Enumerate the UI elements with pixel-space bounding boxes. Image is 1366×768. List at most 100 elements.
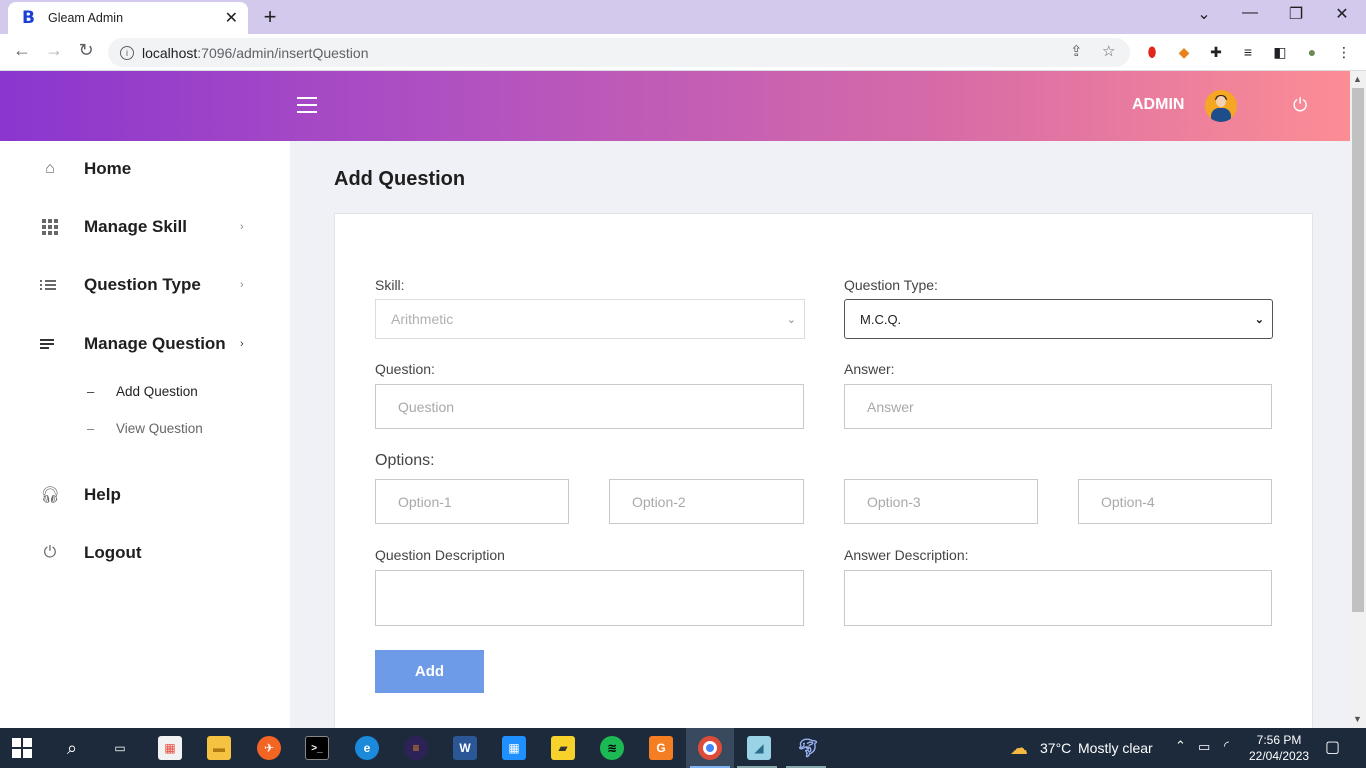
option-1-input[interactable]: Option-1 bbox=[375, 479, 569, 524]
skill-select[interactable]: Arithmetic ⌄ bbox=[375, 299, 805, 339]
question-type-select[interactable]: M.C.Q. ⌄ bbox=[844, 299, 1273, 339]
scroll-up-icon[interactable]: ▲ bbox=[1353, 74, 1362, 84]
profile-avatar-icon[interactable]: ● bbox=[1302, 42, 1322, 62]
chevron-right-icon: › bbox=[240, 338, 244, 350]
pdf-app-icon[interactable]: G bbox=[649, 736, 673, 760]
calendar-icon[interactable]: ▦ bbox=[502, 736, 526, 760]
clock-date: 22/04/2023 bbox=[1249, 749, 1310, 763]
extensions-puzzle-icon[interactable]: ✚ bbox=[1206, 42, 1226, 62]
answer-description-label: Answer Description: bbox=[844, 547, 969, 563]
sidebar-subitem-add-question[interactable]: – Add Question bbox=[0, 379, 290, 403]
power-icon: ⏻ bbox=[43, 544, 57, 561]
url-path: :7096/admin/insertQuestion bbox=[197, 44, 369, 61]
question-label: Question: bbox=[375, 361, 435, 377]
favicon-icon: B bbox=[22, 8, 35, 28]
store-icon[interactable]: ▦ bbox=[158, 736, 182, 760]
sticky-notes-icon[interactable]: ▰ bbox=[551, 736, 575, 760]
sidebar-item-label: Manage Skill bbox=[84, 217, 187, 236]
search-icon[interactable]: ⌕ bbox=[60, 736, 84, 760]
notes-app-icon[interactable]: ◢ bbox=[747, 736, 771, 760]
answer-input[interactable]: Answer bbox=[844, 384, 1272, 429]
weather-condition[interactable]: Mostly clear bbox=[1078, 740, 1153, 756]
grid-icon bbox=[40, 219, 60, 235]
postman-icon[interactable]: ✈ bbox=[257, 736, 281, 760]
question-input[interactable]: Question bbox=[375, 384, 804, 429]
clock-time: 7:56 PM bbox=[1256, 733, 1302, 747]
sidebar-subitem-view-question[interactable]: – View Question bbox=[0, 416, 290, 440]
admin-avatar[interactable] bbox=[1205, 90, 1237, 122]
new-tab-button[interactable]: + bbox=[258, 4, 282, 30]
option-4-input[interactable]: Option-4 bbox=[1078, 479, 1272, 524]
question-type-select-value: M.C.Q. bbox=[860, 311, 902, 327]
sidebar-item-label: Home bbox=[84, 159, 132, 178]
answer-label: Answer: bbox=[844, 361, 895, 377]
windows-start-icon[interactable] bbox=[12, 738, 32, 758]
scroll-down-icon[interactable]: ▼ bbox=[1353, 714, 1362, 724]
bookmark-star-icon[interactable]: ☆ bbox=[1102, 42, 1115, 60]
browser-tab[interactable]: B Gleam Admin ✕ bbox=[8, 2, 248, 34]
weather-temperature[interactable]: 37°C bbox=[1040, 740, 1071, 756]
sidebar: ⌂ Home Manage Skill › Question Type › Ma… bbox=[0, 141, 290, 728]
opera-extension-icon[interactable]: ⬮ bbox=[1142, 42, 1162, 62]
reload-icon[interactable]: ↻ bbox=[74, 40, 98, 61]
tray-chevron-up-icon[interactable]: ⌃ bbox=[1175, 738, 1186, 754]
edge-icon[interactable]: e bbox=[355, 736, 379, 760]
address-bar[interactable]: i localhost:7096/admin/insertQuestion ⇪ … bbox=[108, 38, 1130, 67]
scrollbar-thumb[interactable] bbox=[1352, 88, 1364, 612]
media-control-icon[interactable]: ≡ bbox=[1238, 42, 1258, 62]
metamask-extension-icon[interactable]: ◆ bbox=[1174, 42, 1194, 62]
add-button[interactable]: Add bbox=[375, 650, 484, 693]
back-icon[interactable]: ← bbox=[10, 40, 34, 61]
sidebar-item-label: Help bbox=[84, 485, 121, 504]
sidebar-item-help[interactable]: 🎧︎ Help bbox=[0, 475, 290, 515]
tab-title: Gleam Admin bbox=[48, 11, 124, 25]
chrome-icon[interactable] bbox=[698, 736, 722, 760]
list-icon bbox=[40, 278, 60, 292]
sidebar-item-logout[interactable]: ⏻ Logout bbox=[0, 533, 290, 573]
sidebar-item-home[interactable]: ⌂ Home bbox=[0, 149, 290, 189]
minimize-button[interactable]: — bbox=[1227, 4, 1273, 22]
terminal-icon[interactable]: >_ bbox=[305, 736, 329, 760]
question-description-textarea[interactable] bbox=[375, 570, 804, 626]
question-description-label: Question Description bbox=[375, 547, 505, 563]
mysql-workbench-icon[interactable]: 🐬︎ bbox=[796, 736, 820, 760]
site-info-icon[interactable]: i bbox=[120, 45, 134, 60]
sidebar-item-label: Question Type bbox=[84, 275, 201, 294]
sidebar-subitem-label: View Question bbox=[116, 420, 203, 436]
tab-close-icon[interactable]: ✕ bbox=[225, 8, 238, 28]
app-header: ADMIN ⏻ bbox=[0, 71, 1350, 141]
question-type-label: Question Type: bbox=[844, 277, 938, 293]
sidebar-item-manage-skill[interactable]: Manage Skill › bbox=[0, 207, 290, 247]
close-window-button[interactable]: ✕ bbox=[1319, 4, 1365, 24]
option-3-input[interactable]: Option-3 bbox=[844, 479, 1038, 524]
task-view-icon[interactable]: ▭ bbox=[108, 736, 132, 760]
battery-icon[interactable]: ▭ bbox=[1198, 739, 1210, 755]
weather-icon[interactable]: ☁ bbox=[1007, 736, 1031, 760]
header-power-icon[interactable]: ⏻ bbox=[1293, 95, 1307, 116]
tab-search-icon[interactable]: ⌄ bbox=[1181, 4, 1227, 24]
restore-button[interactable]: ❐ bbox=[1273, 4, 1319, 24]
sidebar-item-manage-question[interactable]: Manage Question › bbox=[0, 324, 290, 364]
side-panel-icon[interactable]: ◧ bbox=[1270, 42, 1290, 62]
wifi-icon[interactable]: ◜ bbox=[1224, 738, 1229, 754]
chevron-right-icon: › bbox=[240, 279, 244, 291]
share-icon[interactable]: ⇪ bbox=[1070, 42, 1083, 60]
eclipse-icon[interactable]: ≡ bbox=[404, 736, 428, 760]
chevron-down-icon: ⌄ bbox=[1254, 313, 1264, 326]
browser-tab-bar: B Gleam Admin ✕ + ⌄ — ❐ ✕ bbox=[0, 0, 1366, 34]
word-icon[interactable]: W bbox=[453, 736, 477, 760]
option-2-input[interactable]: Option-2 bbox=[609, 479, 804, 524]
sidebar-subitem-label: Add Question bbox=[116, 383, 198, 399]
windows-taskbar: ⌕ ▭ ▦ ▬ ✈ >_ e ≡ W ▦ ▰ ≋ G ◢ 🐬︎ ☁ 37°C M… bbox=[0, 728, 1366, 768]
file-explorer-icon[interactable]: ▬ bbox=[207, 736, 231, 760]
answer-description-textarea[interactable] bbox=[844, 570, 1272, 626]
sidebar-item-question-type[interactable]: Question Type › bbox=[0, 265, 290, 305]
spotify-icon[interactable]: ≋ bbox=[600, 736, 624, 760]
url-host: localhost bbox=[142, 44, 198, 61]
options-label: Options: bbox=[375, 452, 435, 469]
notification-icon[interactable]: ▢ bbox=[1325, 737, 1340, 757]
forward-icon[interactable]: → bbox=[42, 40, 66, 61]
hamburger-menu-icon[interactable] bbox=[297, 97, 317, 113]
taskbar-clock[interactable]: 7:56 PM 22/04/2023 bbox=[1249, 732, 1309, 764]
chrome-menu-icon[interactable]: ⋮ bbox=[1334, 42, 1354, 62]
